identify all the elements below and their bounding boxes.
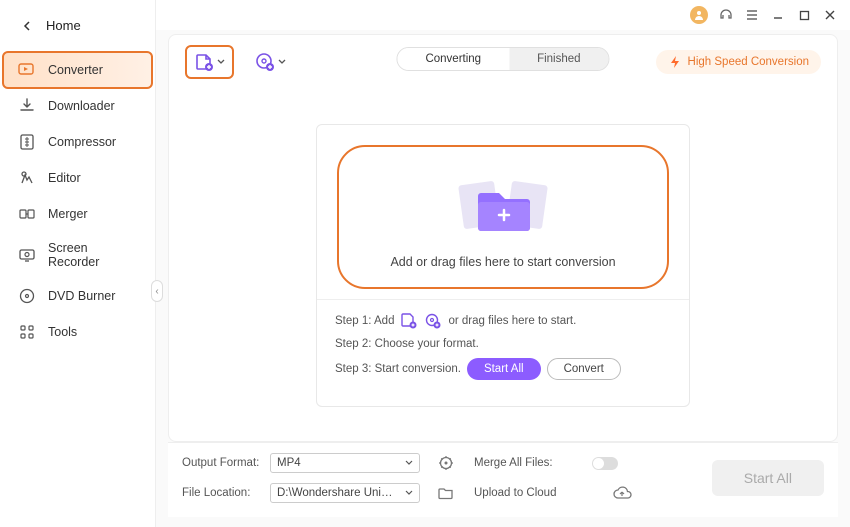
recorder-icon [18,246,36,264]
chevron-down-icon [217,58,225,66]
add-file-icon[interactable] [400,312,418,330]
compressor-icon [18,133,36,151]
sidebar-item-screen-recorder[interactable]: Screen Recorder [4,233,151,277]
sidebar-item-label: Merger [48,207,88,221]
content-panel: Converting Finished High Speed Conversio… [168,34,838,442]
back-icon [22,21,32,31]
step-1-text-a: Step 1: Add [335,315,394,327]
close-icon[interactable] [822,7,838,23]
add-dvd-icon [255,52,275,72]
open-folder-icon[interactable] [438,485,454,501]
file-location-select[interactable]: D:\Wondershare UniConverter 1 [270,483,420,503]
step-2: Step 2: Choose your format. [335,338,671,350]
add-dvd-button[interactable] [248,47,293,77]
sidebar-collapse-handle[interactable]: ‹ [151,280,163,302]
start-all-button-inline[interactable]: Start All [467,358,541,380]
drop-card: Add or drag files here to start conversi… [316,124,690,407]
sidebar-item-merger[interactable]: Merger [4,197,151,231]
tab-finished[interactable]: Finished [509,48,608,70]
sidebar: Home Converter Downloader Compressor Edi… [0,0,156,527]
file-location-label: File Location: [182,487,262,499]
output-format-value: MP4 [277,457,301,469]
sidebar-item-downloader[interactable]: Downloader [4,89,151,123]
file-location-value: D:\Wondershare UniConverter 1 [277,487,397,499]
titlebar [156,0,850,30]
high-speed-label: High Speed Conversion [688,56,809,68]
footer-bar: Output Format: MP4 Merge All Files: Star… [168,442,838,517]
chevron-down-icon [405,459,413,467]
add-file-icon [194,52,214,72]
sidebar-item-compressor[interactable]: Compressor [4,125,151,159]
sidebar-item-label: Tools [48,325,77,339]
status-tabs: Converting Finished [396,47,609,71]
minimize-icon[interactable] [770,7,786,23]
step-1: Step 1: Add or drag files here to start. [335,312,671,330]
drop-zone[interactable]: Add or drag files here to start conversi… [337,145,669,289]
step-2-text: Step 2: Choose your format. [335,338,479,350]
step-3-text: Step 3: Start conversion. [335,363,461,375]
chevron-down-icon [405,489,413,497]
sidebar-items: Converter Downloader Compressor Editor M… [0,47,155,357]
step-3: Step 3: Start conversion. Start All Conv… [335,358,671,380]
support-icon[interactable] [718,7,734,23]
downloader-icon [18,97,36,115]
home-label: Home [46,18,81,33]
folder-illustration [349,169,657,241]
menu-icon[interactable] [744,7,760,23]
start-all-button[interactable]: Start All [712,460,824,496]
cloud-icon[interactable] [592,485,652,501]
editor-icon [18,169,36,187]
format-settings-icon[interactable] [438,455,454,471]
merger-icon [18,205,36,223]
steps-panel: Step 1: Add or drag files here to start.… [317,299,689,406]
sidebar-item-label: Screen Recorder [48,241,137,269]
tools-icon [18,323,36,341]
home-nav[interactable]: Home [0,8,155,47]
add-dvd-icon[interactable] [424,312,442,330]
step-1-text-b: or drag files here to start. [448,315,576,327]
merge-label: Merge All Files: [474,457,584,469]
lightning-icon [668,55,682,69]
avatar[interactable] [690,6,708,24]
sidebar-item-label: Editor [48,171,81,185]
merge-toggle[interactable] [592,457,618,470]
sidebar-item-dvd-burner[interactable]: DVD Burner [4,279,151,313]
main-area: Converting Finished High Speed Conversio… [156,0,850,527]
sidebar-item-editor[interactable]: Editor [4,161,151,195]
convert-button-inline[interactable]: Convert [547,358,621,380]
output-format-label: Output Format: [182,457,262,469]
sidebar-item-label: Downloader [48,99,115,113]
tab-converting[interactable]: Converting [397,48,509,70]
sidebar-item-tools[interactable]: Tools [4,315,151,349]
maximize-icon[interactable] [796,7,812,23]
sidebar-item-label: Converter [48,63,103,77]
high-speed-toggle[interactable]: High Speed Conversion [656,50,821,74]
upload-label: Upload to Cloud [474,487,584,499]
sidebar-item-label: Compressor [48,135,116,149]
drop-zone-text: Add or drag files here to start conversi… [349,255,657,269]
sidebar-item-converter[interactable]: Converter [4,53,151,87]
center-area: Add or drag files here to start conversi… [169,89,837,441]
output-format-select[interactable]: MP4 [270,453,420,473]
add-file-button[interactable] [185,45,234,79]
dvd-icon [18,287,36,305]
toolbar: Converting Finished High Speed Conversio… [169,35,837,89]
sidebar-item-label: DVD Burner [48,289,115,303]
converter-icon [18,61,36,79]
chevron-down-icon [278,58,286,66]
